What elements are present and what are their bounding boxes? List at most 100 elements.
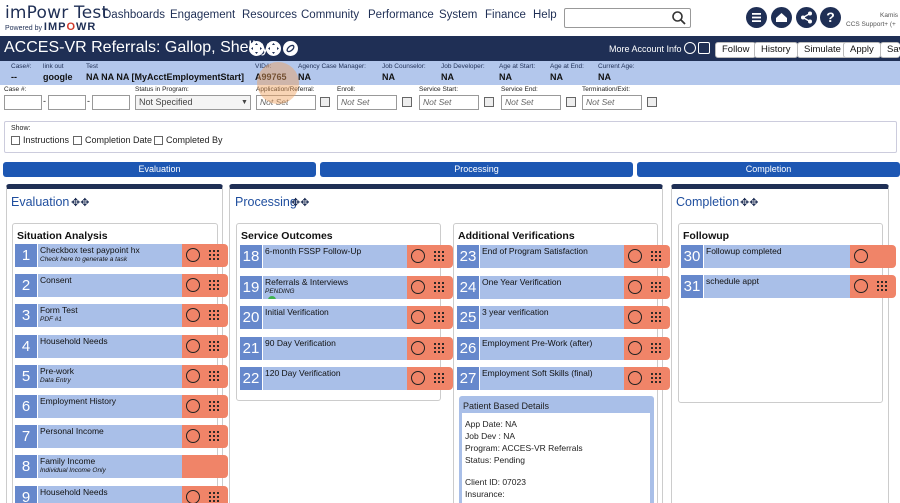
- task-row[interactable]: 7 Personal Income: [15, 425, 228, 449]
- card-icon[interactable]: [698, 42, 710, 54]
- case-number-part1-input[interactable]: [4, 95, 42, 110]
- grid-icon[interactable]: [208, 430, 220, 443]
- task-name[interactable]: Referrals & Interviews PENDING: [263, 275, 407, 299]
- help-icon[interactable]: ?: [820, 7, 841, 28]
- link-icon[interactable]: [283, 41, 298, 56]
- follow-button[interactable]: Follow: [715, 42, 757, 58]
- nav-help[interactable]: Help: [533, 9, 557, 21]
- info-value[interactable]: google: [43, 72, 73, 82]
- status-circle-icon[interactable]: [628, 279, 642, 294]
- status-circle-icon[interactable]: [628, 340, 642, 355]
- search-icon[interactable]: [671, 10, 687, 26]
- completed-by-checkbox-label[interactable]: Completed By: [166, 135, 223, 145]
- nav-dashboards[interactable]: Dashboards: [103, 9, 165, 21]
- task-name[interactable]: 120 Day Verification: [263, 367, 407, 390]
- task-name[interactable]: Household Needs: [38, 485, 182, 503]
- grid-icon[interactable]: [433, 341, 445, 354]
- expand-icon[interactable]: [249, 41, 264, 56]
- stage-tab-evaluation[interactable]: Evaluation: [3, 162, 316, 177]
- expand-icon[interactable]: ✥✥: [291, 196, 309, 209]
- grid-icon[interactable]: [208, 369, 220, 382]
- task-name[interactable]: Employment Pre-Work (after): [480, 336, 624, 360]
- task-name[interactable]: Household Needs: [38, 334, 182, 358]
- task-name[interactable]: schedule appt: [704, 275, 850, 298]
- status-circle-icon[interactable]: [411, 279, 425, 294]
- task-row[interactable]: 24 One Year Verification: [457, 275, 670, 299]
- grid-icon[interactable]: [208, 339, 220, 352]
- task-name[interactable]: Employment Soft Skills (final): [480, 367, 624, 390]
- apply-button[interactable]: Apply: [843, 42, 881, 58]
- task-row[interactable]: 4 Household Needs: [15, 334, 228, 358]
- instructions-checkbox-label[interactable]: Instructions: [23, 135, 69, 145]
- task-row[interactable]: 26 Employment Pre-Work (after): [457, 336, 670, 360]
- status-circle-icon[interactable]: [186, 368, 200, 383]
- task-row[interactable]: 23 End of Program Satisfaction: [457, 245, 670, 268]
- save-button[interactable]: Sav: [880, 42, 900, 58]
- grid-icon[interactable]: [208, 249, 220, 261]
- task-row[interactable]: 8 Family Income Individual Income Only: [15, 455, 228, 479]
- status-circle-icon[interactable]: [186, 489, 200, 503]
- grid-icon[interactable]: [650, 250, 662, 262]
- task-row[interactable]: 19 Referrals & Interviews PENDING: [240, 275, 453, 299]
- instructions-checkbox[interactable]: [11, 136, 20, 145]
- info-list-icon[interactable]: [684, 42, 696, 54]
- task-row[interactable]: 27 Employment Soft Skills (final): [457, 367, 670, 390]
- status-circle-icon[interactable]: [628, 249, 642, 263]
- status-circle-icon[interactable]: [411, 310, 425, 324]
- task-row[interactable]: 9 Household Needs: [15, 485, 228, 503]
- task-row[interactable]: 22 120 Day Verification: [240, 367, 453, 390]
- enroll-date-input[interactable]: Not Set: [337, 95, 397, 110]
- task-row[interactable]: 25 3 year verification: [457, 306, 670, 329]
- task-name[interactable]: Personal Income: [38, 425, 182, 449]
- task-name[interactable]: 3 year verification: [480, 306, 624, 329]
- status-circle-icon[interactable]: [186, 399, 200, 413]
- share-icon[interactable]: [796, 7, 817, 28]
- status-circle-icon[interactable]: [186, 338, 200, 353]
- nav-resources[interactable]: Resources: [242, 9, 297, 21]
- simulate-button[interactable]: Simulate: [797, 42, 848, 58]
- status-circle-icon[interactable]: [628, 371, 642, 385]
- grid-icon[interactable]: [433, 280, 445, 293]
- task-name[interactable]: Checkbox test paypoint hx Check here to g…: [38, 244, 182, 267]
- grid-icon[interactable]: [433, 311, 445, 323]
- nav-finance[interactable]: Finance: [485, 9, 526, 21]
- task-row[interactable]: 21 90 Day Verification: [240, 336, 453, 360]
- status-circle-icon[interactable]: [186, 248, 200, 262]
- grid-icon[interactable]: [208, 490, 220, 503]
- grid-icon[interactable]: [650, 311, 662, 323]
- task-name[interactable]: Followup completed: [704, 245, 850, 268]
- history-button[interactable]: History: [754, 42, 798, 58]
- task-name[interactable]: Family Income Individual Income Only: [38, 455, 182, 479]
- completion-date-checkbox-label[interactable]: Completion Date: [85, 135, 152, 145]
- grid-icon[interactable]: [433, 250, 445, 262]
- task-row[interactable]: 6 Employment History: [15, 395, 228, 418]
- task-row[interactable]: 30 Followup completed: [681, 245, 896, 268]
- grid-icon[interactable]: [650, 372, 662, 384]
- task-name[interactable]: Form Test PDF #1: [38, 304, 182, 328]
- task-name[interactable]: Pre-work Data Entry: [38, 364, 182, 388]
- nav-community[interactable]: Community: [301, 9, 359, 21]
- task-row[interactable]: 18 6-month FSSP Follow-Up: [240, 245, 453, 268]
- grid-icon[interactable]: [433, 372, 445, 384]
- status-circle-icon[interactable]: [854, 279, 868, 293]
- calendar-icon[interactable]: [402, 97, 412, 107]
- user-name[interactable]: Kamis: [880, 12, 898, 19]
- completion-date-checkbox[interactable]: [73, 136, 82, 145]
- task-row[interactable]: 1 Checkbox test paypoint hx Check here to …: [15, 244, 228, 267]
- status-circle-icon[interactable]: [411, 371, 425, 385]
- grid-icon[interactable]: [876, 280, 888, 292]
- status-circle-icon[interactable]: [186, 308, 200, 323]
- task-row[interactable]: 5 Pre-work Data Entry: [15, 364, 228, 388]
- status-circle-icon[interactable]: [411, 249, 425, 263]
- task-row[interactable]: 31 schedule appt: [681, 275, 896, 298]
- task-name[interactable]: 90 Day Verification: [263, 336, 407, 360]
- grid-icon[interactable]: [650, 341, 662, 354]
- status-circle-icon[interactable]: [186, 278, 200, 293]
- status-circle-icon[interactable]: [186, 429, 200, 444]
- termination-exit-date-input[interactable]: Not Set: [582, 95, 642, 110]
- stage-tab-completion[interactable]: Completion: [637, 162, 900, 177]
- nav-performance[interactable]: Performance: [368, 9, 434, 21]
- grid-icon[interactable]: [208, 279, 220, 292]
- service-start-date-input[interactable]: Not Set: [419, 95, 479, 110]
- task-name[interactable]: End of Program Satisfaction: [480, 245, 624, 268]
